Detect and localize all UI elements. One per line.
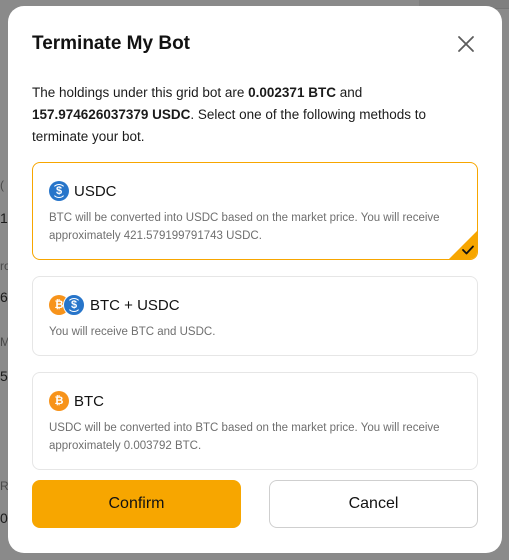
close-icon: [458, 36, 474, 52]
usdc-holding-amount: 157.974626037379 USDC: [32, 107, 191, 122]
selected-check-icon: [449, 231, 477, 259]
dialog-header: Terminate My Bot: [32, 6, 478, 82]
btc-holding-amount: 0.002371 BTC: [248, 85, 336, 100]
description-middle: and: [335, 85, 363, 100]
confirm-button[interactable]: Confirm: [32, 480, 241, 528]
close-button[interactable]: [454, 32, 478, 56]
btc-icon: ₿: [49, 391, 69, 411]
dialog-title: Terminate My Bot: [32, 33, 191, 54]
cancel-button[interactable]: Cancel: [269, 480, 478, 528]
btc-usdc-icon: ₿ $: [49, 294, 85, 316]
option-btc[interactable]: ₿ BTC USDC will be converted into BTC ba…: [32, 372, 478, 470]
option-description: BTC will be converted into USDC based on…: [49, 212, 440, 242]
usdc-icon: $: [49, 181, 69, 201]
option-description: USDC will be converted into BTC based on…: [49, 422, 440, 452]
option-title: USDC: [74, 182, 117, 200]
usdc-icon: $: [63, 294, 85, 316]
dialog-description: The holdings under this grid bot are 0.0…: [32, 82, 472, 148]
option-title: BTC + USDC: [90, 296, 180, 314]
dialog-footer: Confirm Cancel: [32, 480, 478, 528]
option-usdc[interactable]: $ USDC BTC will be converted into USDC b…: [32, 162, 478, 260]
description-prefix: The holdings under this grid bot are: [32, 85, 249, 100]
option-header: ₿ BTC: [49, 390, 461, 412]
option-description: You will receive BTC and USDC.: [49, 326, 216, 338]
option-header: ₿ $ BTC + USDC: [49, 294, 461, 316]
option-title: BTC: [74, 392, 104, 410]
terminate-bot-dialog: Terminate My Bot The holdings under this…: [8, 6, 502, 553]
option-btc-usdc[interactable]: ₿ $ BTC + USDC You will receive BTC and …: [32, 276, 478, 356]
option-header: $ USDC: [49, 180, 461, 202]
